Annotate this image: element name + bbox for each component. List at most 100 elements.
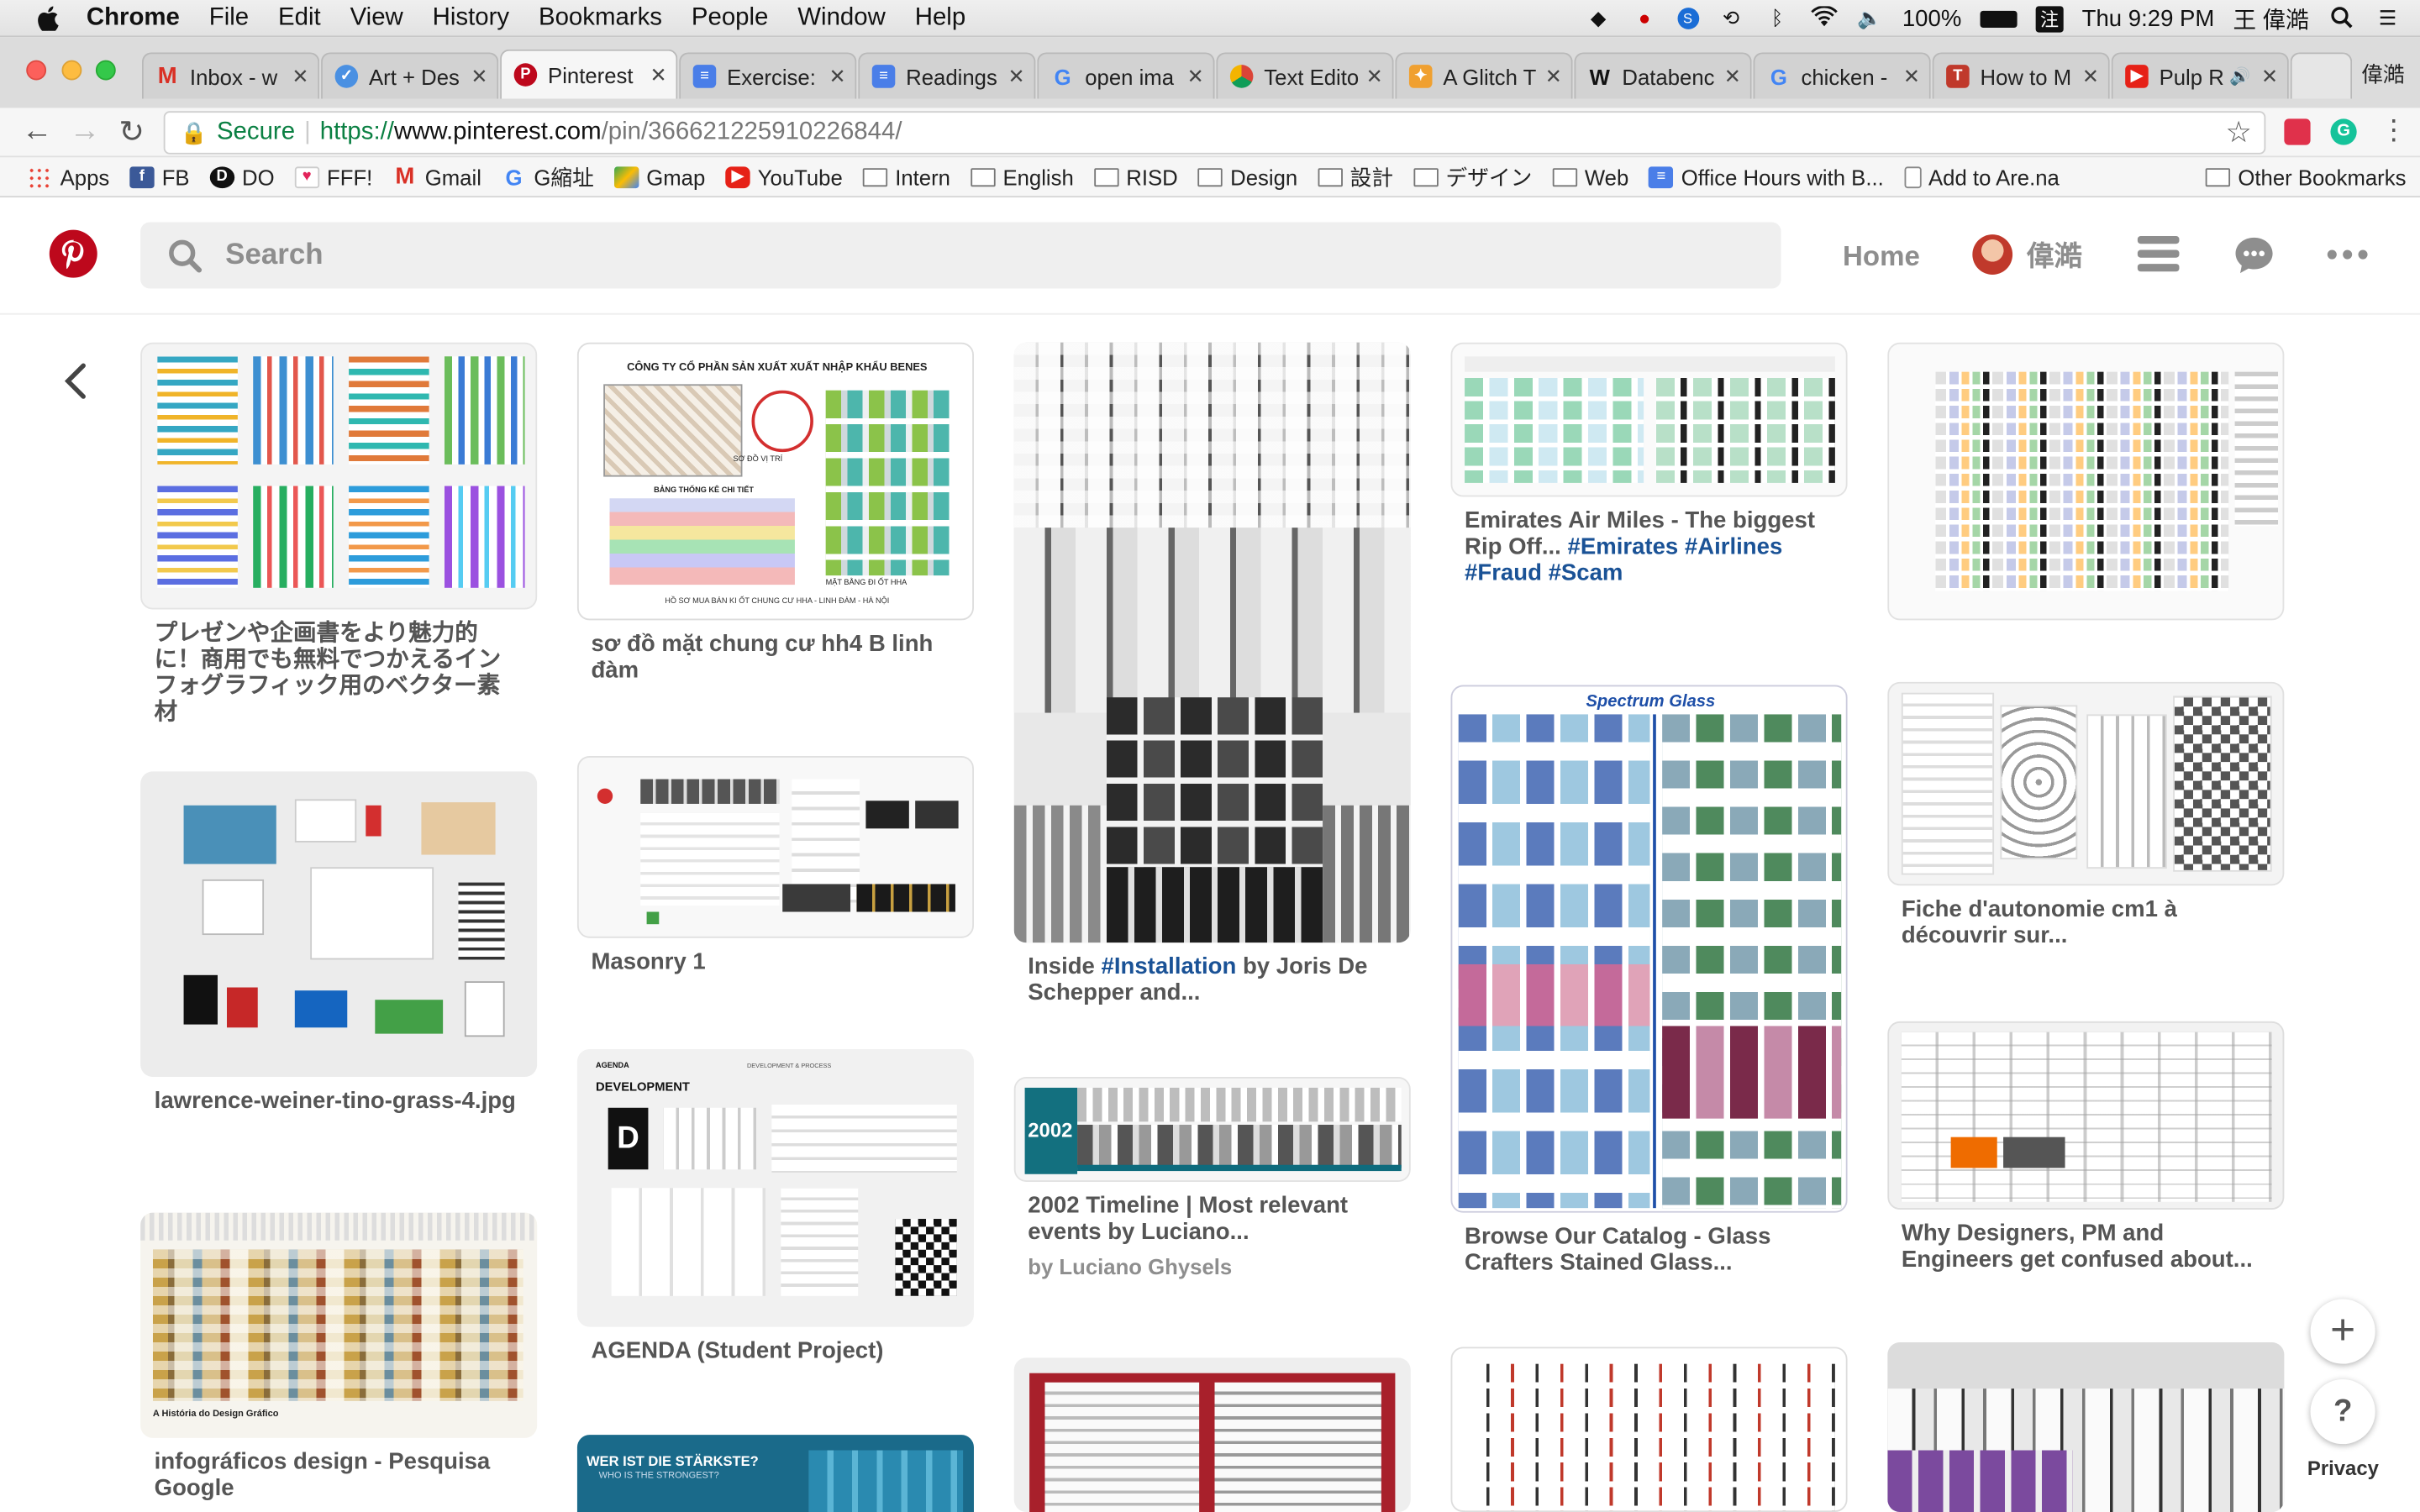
new-tab-button[interactable] xyxy=(2290,52,2353,99)
pin-image[interactable] xyxy=(1887,1341,2285,1512)
pin-card[interactable]: Emirates Air Miles - The biggest Rip Off… xyxy=(1450,342,1848,586)
creative-cloud-icon[interactable]: ● xyxy=(1631,6,1659,30)
pin-image[interactable]: CÔNG TY CỔ PHẦN SẢN XUẤT XUẤT NHẬP KHẨU … xyxy=(576,342,974,621)
tab-text-editor[interactable]: Text Edito ✕ xyxy=(1216,52,1394,99)
pin-card[interactable]: AGENDA DEVELOPMENT & PROCESS DEVELOPMENT… xyxy=(576,1048,974,1364)
tab-wikipedia[interactable]: W Databenc ✕ xyxy=(1574,52,1752,99)
pin-card[interactable]: Inside #Installation by Joris De Scheppe… xyxy=(1013,342,1411,1006)
tab-google-open-images[interactable]: G open ima ✕ xyxy=(1037,52,1215,99)
minimize-window-button[interactable] xyxy=(61,60,82,81)
menu-view[interactable]: View xyxy=(350,4,403,32)
star-icon[interactable]: ☆ xyxy=(2225,116,2251,151)
bookmark-folder-design[interactable]: Design xyxy=(1197,165,1297,189)
grammarly-extension-icon[interactable]: G xyxy=(2330,118,2357,145)
bookmark-do[interactable]: D DO xyxy=(209,165,275,189)
pin-title[interactable]: プレゼンや企画書をより魅力的に！商用でも無料でつかえるインフォグラフィック用のベ… xyxy=(140,610,537,725)
menu-people[interactable]: People xyxy=(692,4,769,32)
pin-image[interactable]: 2002 xyxy=(1013,1077,1411,1182)
bookmark-fb[interactable]: f FB xyxy=(129,165,190,189)
pin-image[interactable] xyxy=(1450,1347,1848,1512)
hashtag-link[interactable]: #Installation xyxy=(1102,953,1237,979)
pocket-extension-icon[interactable] xyxy=(2284,118,2311,145)
bookmark-apps[interactable]: Apps xyxy=(28,165,109,189)
pin-card[interactable] xyxy=(1013,1357,1411,1512)
time-machine-icon[interactable]: ⟲ xyxy=(1717,6,1744,30)
close-tab-icon[interactable]: ✕ xyxy=(1187,64,1204,88)
pin-card[interactable]: WER IST DIE STÄRKSTE? WHO IS THE STRONGE… xyxy=(576,1435,974,1512)
bookmark-office-hours[interactable]: ≡ Office Hours with B... xyxy=(1649,165,1884,189)
pin-image[interactable] xyxy=(1450,342,1848,497)
pin-image[interactable]: AGENDA DEVELOPMENT & PROCESS DEVELOPMENT… xyxy=(576,1048,974,1327)
pin-attribution[interactable]: by Luciano Ghysels xyxy=(1014,1245,1411,1278)
pin-card[interactable]: Why Designers, PM and Engineers get conf… xyxy=(1887,1021,2285,1273)
address-bar[interactable]: 🔒 Secure | https:// www.pinterest.com /p… xyxy=(163,111,2266,155)
tab-readings[interactable]: ≡ Readings ✕ xyxy=(858,52,1036,99)
pinterest-logo[interactable] xyxy=(49,229,97,278)
lock-icon[interactable]: 🔒 xyxy=(181,119,208,145)
dropbox-icon[interactable]: ◆ xyxy=(1584,6,1612,30)
pin-card[interactable]: 2002 2002 Timeline | Most relevant event… xyxy=(1013,1077,1411,1279)
tab-google-chicken[interactable]: G chicken - ✕ xyxy=(1753,52,1931,99)
back-button[interactable]: ← xyxy=(22,114,53,150)
menu-icon[interactable] xyxy=(2137,236,2180,273)
pin-title[interactable]: Fiche d'autonomie cm1 à découvrir sur... xyxy=(1887,885,2284,948)
pin-card[interactable]: Masonry 1 xyxy=(576,756,974,975)
bookmark-folder-sheji[interactable]: 設計 xyxy=(1318,161,1393,192)
pin-image[interactable]: A História do Design Gráfico xyxy=(140,1212,538,1438)
wifi-icon[interactable] xyxy=(1810,5,1838,30)
spotlight-search-icon[interactable] xyxy=(2328,6,2355,30)
bookmark-fff[interactable]: ♥ FFF! xyxy=(294,165,372,189)
zoom-window-button[interactable] xyxy=(95,60,116,81)
menu-window[interactable]: Window xyxy=(797,4,886,32)
chrome-menu-icon[interactable]: ⋮ xyxy=(2380,114,2407,147)
close-window-button[interactable] xyxy=(26,60,47,81)
input-method-icon[interactable]: 注 xyxy=(2035,5,2064,32)
battery-icon[interactable] xyxy=(1980,9,2018,28)
close-tab-icon[interactable]: ✕ xyxy=(1903,64,1920,88)
profile-name[interactable]: 偉澔 xyxy=(2361,59,2404,90)
bookmark-gmap[interactable]: Gmap xyxy=(613,165,705,189)
audio-playing-icon[interactable]: 🔊 xyxy=(2229,66,2250,87)
close-tab-icon[interactable]: ✕ xyxy=(1724,64,1741,88)
pin-title[interactable]: Browse Our Catalog - Glass Crafters Stai… xyxy=(1451,1213,1848,1276)
pin-image[interactable] xyxy=(1887,342,2285,621)
bookmark-other[interactable]: Other Bookmarks xyxy=(2205,165,2406,189)
pin-card[interactable]: A História do Design Gráfico infográfico… xyxy=(140,1212,538,1501)
pin-title[interactable]: AGENDA (Student Project) xyxy=(577,1327,974,1364)
more-icon[interactable] xyxy=(2327,249,2368,263)
menu-file[interactable]: File xyxy=(209,4,249,32)
reload-button[interactable]: ↻ xyxy=(118,113,145,151)
menu-history[interactable]: History xyxy=(433,4,509,32)
pin-title[interactable]: lawrence-weiner-tino-grass-4.jpg xyxy=(140,1077,537,1114)
menu-edit[interactable]: Edit xyxy=(278,4,321,32)
pin-image[interactable] xyxy=(140,771,538,1078)
tab-youtube-pulp[interactable]: ▶ Pulp R 🔊 ✕ xyxy=(2111,52,2289,99)
pin-card[interactable]: Spectrum Glass Browse Our Catalog - Glas… xyxy=(1450,685,1848,1276)
bookmark-gmail[interactable]: M Gmail xyxy=(392,164,481,190)
close-tab-icon[interactable]: ✕ xyxy=(2082,64,2099,88)
user-name[interactable]: 王 偉澔 xyxy=(2233,3,2308,35)
pin-image[interactable] xyxy=(576,756,974,938)
tab-pinterest[interactable]: P Pinterest ✕ xyxy=(500,49,678,99)
close-tab-icon[interactable]: ✕ xyxy=(292,64,308,88)
pin-card[interactable]: Fiche d'autonomie cm1 à découvrir sur... xyxy=(1887,681,2285,949)
volume-icon[interactable]: 🔈 xyxy=(1856,6,1884,30)
help-button[interactable]: ? xyxy=(2310,1379,2375,1445)
pin-card[interactable]: プレゼンや企画書をより魅力的に！商用でも無料でつかえるインフォグラフィック用のベ… xyxy=(140,342,538,725)
tab-how-to[interactable]: T How to M ✕ xyxy=(1932,52,2110,99)
bookmark-youtube[interactable]: ▶ YouTube xyxy=(725,165,843,189)
close-tab-icon[interactable]: ✕ xyxy=(471,64,487,88)
pin-image[interactable] xyxy=(140,342,538,610)
close-tab-icon[interactable]: ✕ xyxy=(829,64,845,88)
chat-icon[interactable] xyxy=(2233,234,2275,276)
bookmark-g-shortener[interactable]: G G縮址 xyxy=(502,161,593,192)
tab-art-design[interactable]: ✓ Art + Des ✕ xyxy=(321,52,499,99)
close-tab-icon[interactable]: ✕ xyxy=(650,62,666,87)
bookmark-folder-english[interactable]: English xyxy=(970,165,1074,189)
pin-card[interactable] xyxy=(1450,1347,1848,1512)
add-pin-button[interactable]: + xyxy=(2310,1299,2375,1364)
pin-image[interactable] xyxy=(1013,1357,1411,1512)
close-tab-icon[interactable]: ✕ xyxy=(2261,64,2278,88)
close-tab-icon[interactable]: ✕ xyxy=(1366,64,1383,88)
clock[interactable]: Thu 9:29 PM xyxy=(2082,5,2215,31)
